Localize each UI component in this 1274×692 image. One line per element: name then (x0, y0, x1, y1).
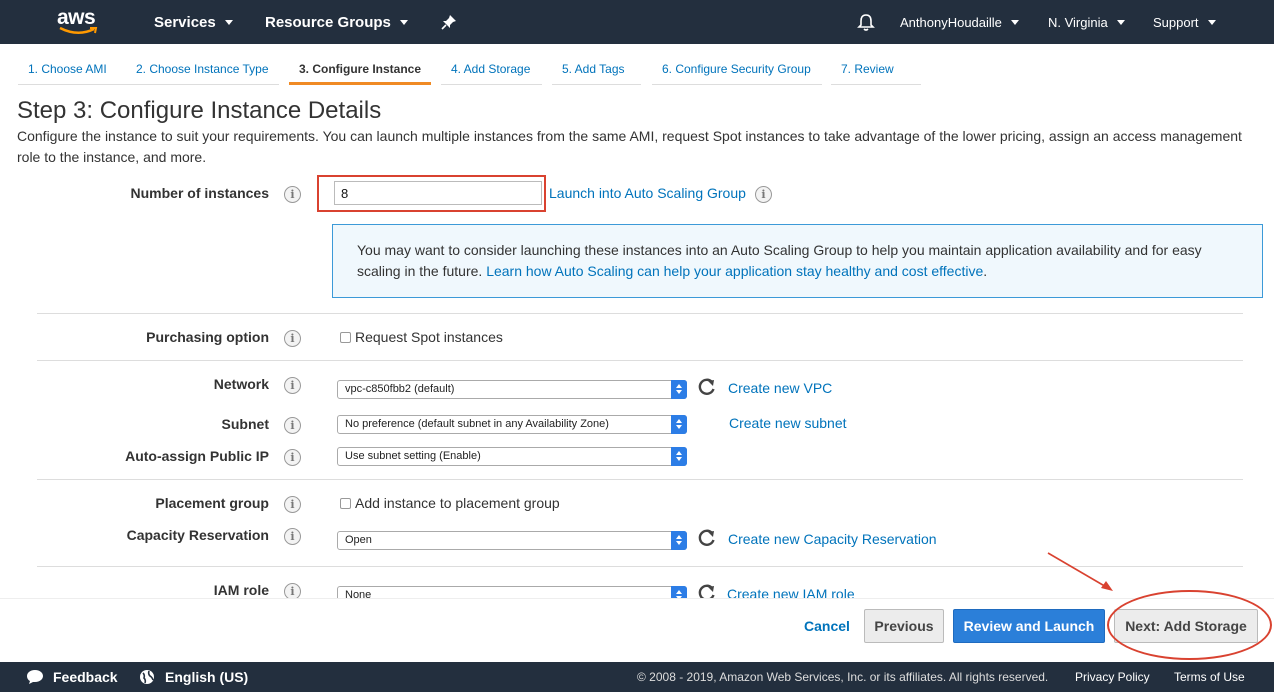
placement-group-checkbox-label: Add instance to placement group (355, 495, 560, 511)
create-new-capacity-reservation-link[interactable]: Create new Capacity Reservation (728, 531, 937, 547)
tab-add-storage[interactable]: 4. Add Storage (441, 56, 542, 85)
chevron-down-icon (1010, 20, 1019, 25)
annotation-circle (1107, 590, 1272, 660)
services-menu[interactable]: Services (154, 0, 233, 44)
services-label: Services (154, 14, 216, 31)
tab-review[interactable]: 7. Review (831, 56, 921, 85)
region-menu[interactable]: N. Virginia (1048, 0, 1125, 44)
chevron-down-icon (1116, 20, 1125, 25)
number-of-instances-label: Number of instances (130, 185, 269, 201)
copyright-text: © 2008 - 2019, Amazon Web Services, Inc.… (637, 670, 1049, 684)
tab-add-tags[interactable]: 5. Add Tags (552, 56, 641, 85)
chevron-down-icon (224, 20, 233, 25)
tab-choose-instance-type[interactable]: 2. Choose Instance Type (126, 56, 279, 85)
auto-assign-public-ip-select[interactable]: Use subnet setting (Enable) (337, 447, 687, 466)
auto-assign-public-ip-label: Auto-assign Public IP (125, 448, 269, 464)
create-new-vpc-link[interactable]: Create new VPC (728, 380, 832, 396)
network-select[interactable]: vpc-c850fbb2 (default) (337, 380, 687, 399)
tab-configure-instance[interactable]: 3. Configure Instance (289, 56, 431, 85)
learn-auto-scaling-link[interactable]: Learn how Auto Scaling can help your app… (486, 263, 983, 279)
cancel-button[interactable]: Cancel (795, 609, 859, 643)
info-icon[interactable]: i (284, 417, 301, 434)
region-label: N. Virginia (1048, 15, 1108, 30)
bell-icon[interactable] (857, 13, 875, 32)
request-spot-label: Request Spot instances (355, 329, 503, 345)
chevron-down-icon (1207, 20, 1216, 25)
aws-smile-icon (59, 26, 98, 34)
subnet-select[interactable]: No preference (default subnet in any Ava… (337, 415, 687, 434)
support-label: Support (1153, 15, 1199, 30)
info-icon[interactable]: i (284, 449, 301, 466)
auto-scaling-notice: You may want to consider launching these… (332, 224, 1263, 298)
page-title: Step 3: Configure Instance Details (17, 97, 382, 124)
chevron-down-icon (399, 20, 408, 25)
capacity-reservation-select-value: Open (345, 534, 372, 546)
language-selector[interactable]: English (US) (165, 662, 248, 692)
page-description: Configure the instance to suit your requ… (17, 128, 1242, 165)
subnet-select-value: No preference (default subnet in any Ava… (345, 418, 609, 430)
number-of-instances-input[interactable] (334, 181, 542, 205)
feedback-icon (27, 670, 43, 684)
select-arrow-icon (671, 415, 687, 434)
placement-group-checkbox[interactable] (340, 498, 351, 509)
tab-choose-ami[interactable]: 1. Choose AMI (18, 56, 126, 85)
info-icon[interactable]: i (284, 496, 301, 513)
annotation-arrow-icon (1047, 552, 1113, 591)
network-label: Network (213, 376, 269, 392)
info-icon[interactable]: i (284, 186, 301, 203)
terms-of-use-link[interactable]: Terms of Use (1174, 662, 1245, 692)
resource-groups-menu[interactable]: Resource Groups (265, 0, 408, 44)
select-arrow-icon (671, 380, 687, 399)
request-spot-checkbox[interactable] (340, 332, 351, 343)
divider (37, 479, 1243, 480)
user-menu[interactable]: AnthonyHoudaille (900, 0, 1019, 44)
create-new-subnet-link[interactable]: Create new subnet (729, 415, 847, 431)
resource-groups-label: Resource Groups (265, 14, 391, 31)
launch-auto-scaling-link[interactable]: Launch into Auto Scaling Group (549, 185, 746, 201)
pin-icon[interactable] (441, 14, 457, 30)
footer: Feedback English (US) © 2008 - 2019, Ama… (0, 662, 1274, 692)
refresh-icon[interactable] (697, 377, 717, 397)
divider (37, 360, 1243, 361)
info-icon[interactable]: i (284, 528, 301, 545)
select-arrow-icon (671, 447, 687, 466)
capacity-reservation-select[interactable]: Open (337, 531, 687, 550)
network-select-value: vpc-c850fbb2 (default) (345, 383, 455, 395)
iam-role-label: IAM role (213, 582, 269, 598)
review-and-launch-button[interactable]: Review and Launch (953, 609, 1105, 643)
info-icon[interactable]: i (284, 330, 301, 347)
support-menu[interactable]: Support (1153, 0, 1216, 44)
tab-configure-security-group[interactable]: 6. Configure Security Group (652, 56, 822, 85)
user-name: AnthonyHoudaille (900, 15, 1002, 30)
capacity-reservation-label: Capacity Reservation (126, 527, 269, 543)
privacy-policy-link[interactable]: Privacy Policy (1075, 662, 1150, 692)
notice-period: . (983, 263, 988, 279)
previous-button[interactable]: Previous (864, 609, 944, 643)
divider (37, 313, 1243, 314)
refresh-icon[interactable] (697, 528, 717, 548)
info-icon[interactable]: i (755, 186, 772, 203)
top-navigation-bar: aws Services Resource Groups AnthonyHoud… (0, 0, 1274, 44)
feedback-link[interactable]: Feedback (53, 662, 118, 692)
subnet-label: Subnet (221, 416, 269, 432)
purchasing-option-label: Purchasing option (146, 329, 269, 345)
info-icon[interactable]: i (284, 377, 301, 394)
aws-logo[interactable]: aws (57, 6, 101, 38)
globe-icon (140, 670, 154, 684)
public-ip-select-value: Use subnet setting (Enable) (345, 450, 481, 462)
select-arrow-icon (671, 531, 687, 550)
placement-group-label: Placement group (155, 495, 269, 511)
